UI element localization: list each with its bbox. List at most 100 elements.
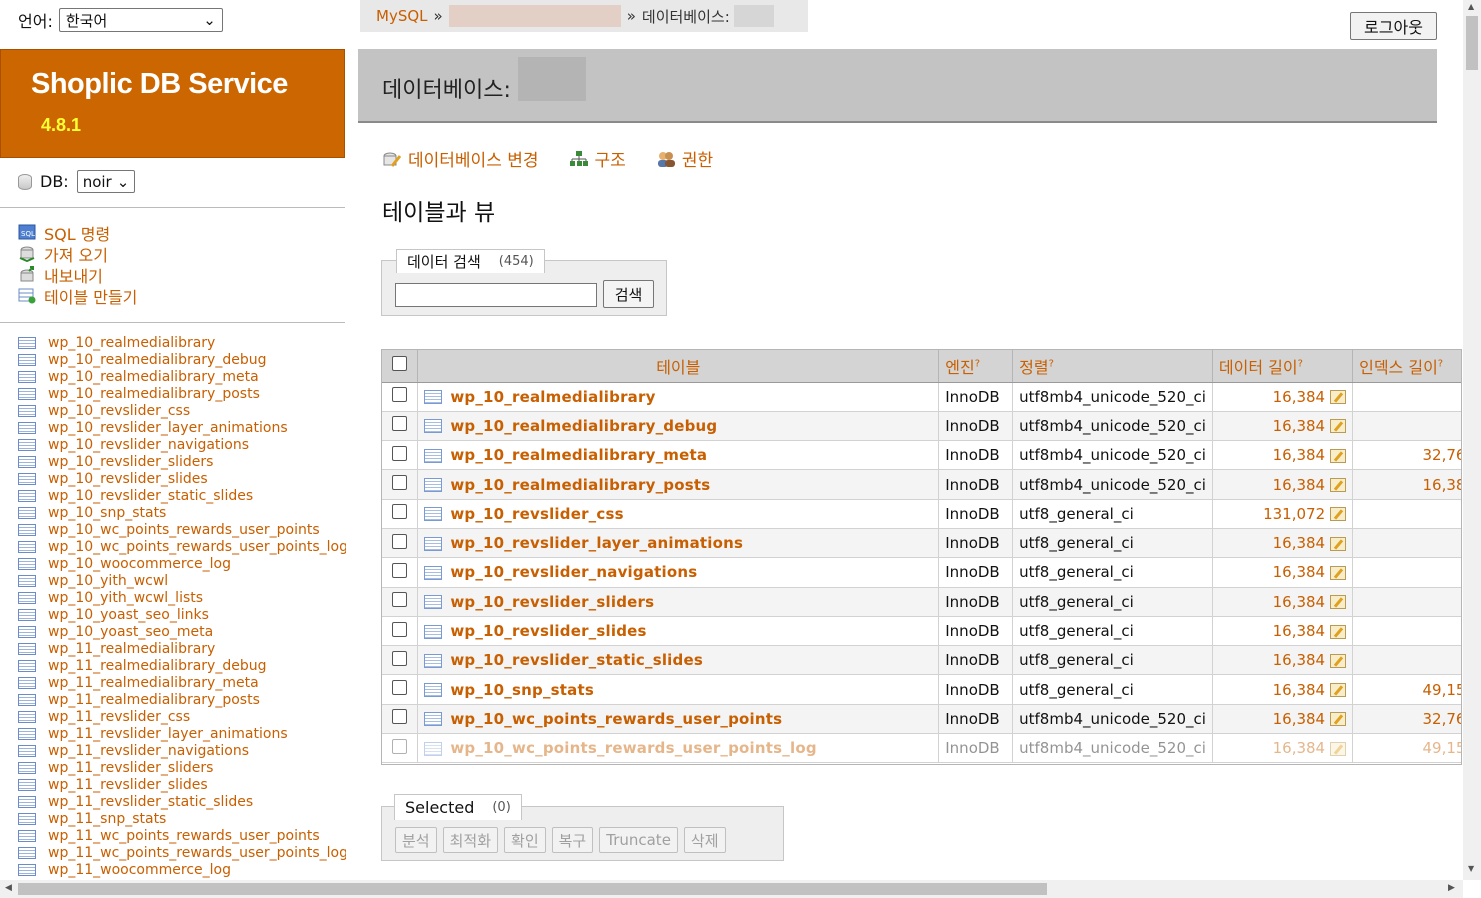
table-icon[interactable] [424,565,443,580]
sidebar-table-item[interactable]: wp_10_woocommerce_log [18,555,346,572]
table-icon[interactable] [18,676,36,689]
truncate-button[interactable]: Truncate [599,827,678,853]
table-icon[interactable] [424,741,443,756]
breadcrumb-mysql-link[interactable]: MySQL [376,7,428,25]
sidebar-table-item[interactable]: wp_11_revslider_layer_animations [18,725,346,742]
sidebar-table-link[interactable]: wp_10_snp_stats [48,505,166,521]
data-length-link[interactable]: 16,384 [1273,563,1326,581]
vertical-scrollbar[interactable]: ▲ ▼ [1463,0,1481,880]
sidebar-table-item[interactable]: wp_11_woocommerce_log [18,861,346,878]
table-icon[interactable] [18,812,36,825]
table-name-link[interactable]: wp_10_wc_points_rewards_user_points_log [450,739,816,757]
header-index-length[interactable]: 인덱스 길이? [1352,350,1461,383]
sidebar-table-item[interactable]: wp_10_realmedialibrary_debug [18,351,346,368]
search-button[interactable]: 검색 [603,280,654,308]
table-icon[interactable] [18,846,36,859]
table-name-link[interactable]: wp_10_revslider_static_slides [450,651,703,669]
sidebar-table-item[interactable]: wp_10_yoast_seo_meta [18,623,346,640]
table-icon[interactable] [18,472,36,485]
table-icon[interactable] [18,489,36,502]
table-name-link[interactable]: wp_10_revslider_slides [450,622,646,640]
sidebar-table-item[interactable]: wp_11_revslider_sliders [18,759,346,776]
sidebar-table-item[interactable]: wp_11_wc_points_rewards_user_points_log [18,844,346,861]
table-icon[interactable] [18,438,36,451]
sidebar-table-item[interactable]: wp_10_realmedialibrary_posts [18,385,346,402]
row-checkbox[interactable] [392,738,408,754]
sidebar-table-item[interactable]: wp_10_revslider_slides [18,470,346,487]
sidebar-table-link[interactable]: wp_10_revslider_css [48,403,190,419]
sidebar-table-link[interactable]: wp_10_revslider_static_slides [48,488,253,504]
db-select[interactable]: noir ⌄ [76,170,136,193]
table-icon[interactable] [18,540,36,553]
sidebar-table-link[interactable]: wp_10_wc_points_rewards_user_points [48,522,320,538]
row-checkbox[interactable] [392,445,408,461]
sidebar-table-item[interactable]: wp_10_yith_wcwl_lists [18,589,346,606]
menu-label[interactable]: 테이블 만들기 [44,284,137,308]
sidebar-table-link[interactable]: wp_10_woocommerce_log [48,556,231,572]
scroll-right-icon[interactable]: ▶ [1448,883,1455,893]
row-checkbox[interactable] [392,680,408,696]
data-length-link[interactable]: 16,384 [1273,388,1326,406]
table-icon[interactable] [424,448,443,463]
menu-item-import[interactable]: 가져 오기 [18,243,137,265]
sidebar-table-item[interactable]: wp_10_revslider_static_slides [18,487,346,504]
table-name-link[interactable]: wp_10_wc_points_rewards_user_points [450,710,782,728]
table-icon[interactable] [18,710,36,723]
sidebar-table-link[interactable]: wp_11_realmedialibrary_posts [48,692,260,708]
sidebar-table-link[interactable]: wp_10_revslider_slides [48,471,208,487]
data-length-link[interactable]: 131,072 [1263,505,1325,523]
scroll-left-icon[interactable]: ◀ [5,883,12,893]
table-icon[interactable] [18,659,36,672]
row-checkbox[interactable] [392,504,408,520]
data-length-link[interactable]: 16,384 [1273,446,1326,464]
sidebar-table-link[interactable]: wp_10_realmedialibrary_debug [48,352,266,368]
sidebar-table-link[interactable]: wp_10_yith_wcwl [48,573,168,589]
help-icon[interactable]: ? [1438,358,1443,369]
row-checkbox[interactable] [392,621,408,637]
data-length-link[interactable]: 16,384 [1273,681,1326,699]
sidebar-table-item[interactable]: wp_10_wc_points_rewards_user_points_log [18,538,346,555]
sidebar-table-link[interactable]: wp_10_revslider_layer_animations [48,420,288,436]
help-icon[interactable]: ? [1298,358,1303,369]
table-icon[interactable] [18,761,36,774]
table-icon[interactable] [424,624,443,639]
sidebar-table-link[interactable]: wp_11_revslider_static_slides [48,794,253,810]
vertical-scroll-thumb[interactable] [1466,16,1478,70]
edit-icon[interactable] [1330,683,1347,698]
table-name-link[interactable]: wp_10_realmedialibrary_meta [450,446,707,464]
sidebar-table-link[interactable]: wp_11_revslider_layer_animations [48,726,288,742]
edit-icon[interactable] [1330,712,1347,727]
edit-icon[interactable] [1330,624,1347,639]
sidebar-table-link[interactable]: wp_10_revslider_navigations [48,437,249,453]
data-length-link[interactable]: 16,384 [1273,710,1326,728]
privileges-link[interactable]: 권한 [656,146,713,171]
sidebar-table-item[interactable]: wp_10_wc_points_rewards_user_points [18,521,346,538]
table-name-link[interactable]: wp_10_revslider_sliders [450,593,654,611]
sidebar-table-item[interactable]: wp_10_revslider_navigations [18,436,346,453]
header-data-length[interactable]: 데이터 길이? [1212,350,1354,383]
table-icon[interactable] [18,421,36,434]
scroll-up-icon[interactable]: ▲ [1468,2,1474,11]
table-name-link[interactable]: wp_10_realmedialibrary [450,388,655,406]
table-icon[interactable] [18,336,36,349]
sidebar-table-link[interactable]: wp_10_realmedialibrary_posts [48,386,260,402]
logo[interactable]: Shoplic DB Service 4.8.1 [0,49,345,158]
data-length-link[interactable]: 16,384 [1273,622,1326,640]
sidebar-table-item[interactable]: wp_11_realmedialibrary_debug [18,657,346,674]
table-icon[interactable] [18,370,36,383]
sidebar-table-link[interactable]: wp_11_revslider_sliders [48,760,213,776]
edit-icon[interactable] [1330,565,1347,580]
table-icon[interactable] [18,863,36,876]
scroll-down-icon[interactable]: ▼ [1468,864,1474,873]
edit-icon[interactable] [1330,536,1347,551]
menu-item-export[interactable]: 내보내기 [18,264,137,286]
structure-link[interactable]: 구조 [569,146,626,171]
sidebar-table-item[interactable]: wp_11_wc_points_rewards_user_points [18,827,346,844]
table-icon[interactable] [18,829,36,842]
sidebar-table-link[interactable]: wp_11_realmedialibrary_debug [48,658,266,674]
table-icon[interactable] [18,608,36,621]
row-checkbox[interactable] [392,416,408,432]
table-icon[interactable] [424,536,443,551]
check-button[interactable]: 확인 [504,827,546,853]
edit-icon[interactable] [1330,390,1347,405]
